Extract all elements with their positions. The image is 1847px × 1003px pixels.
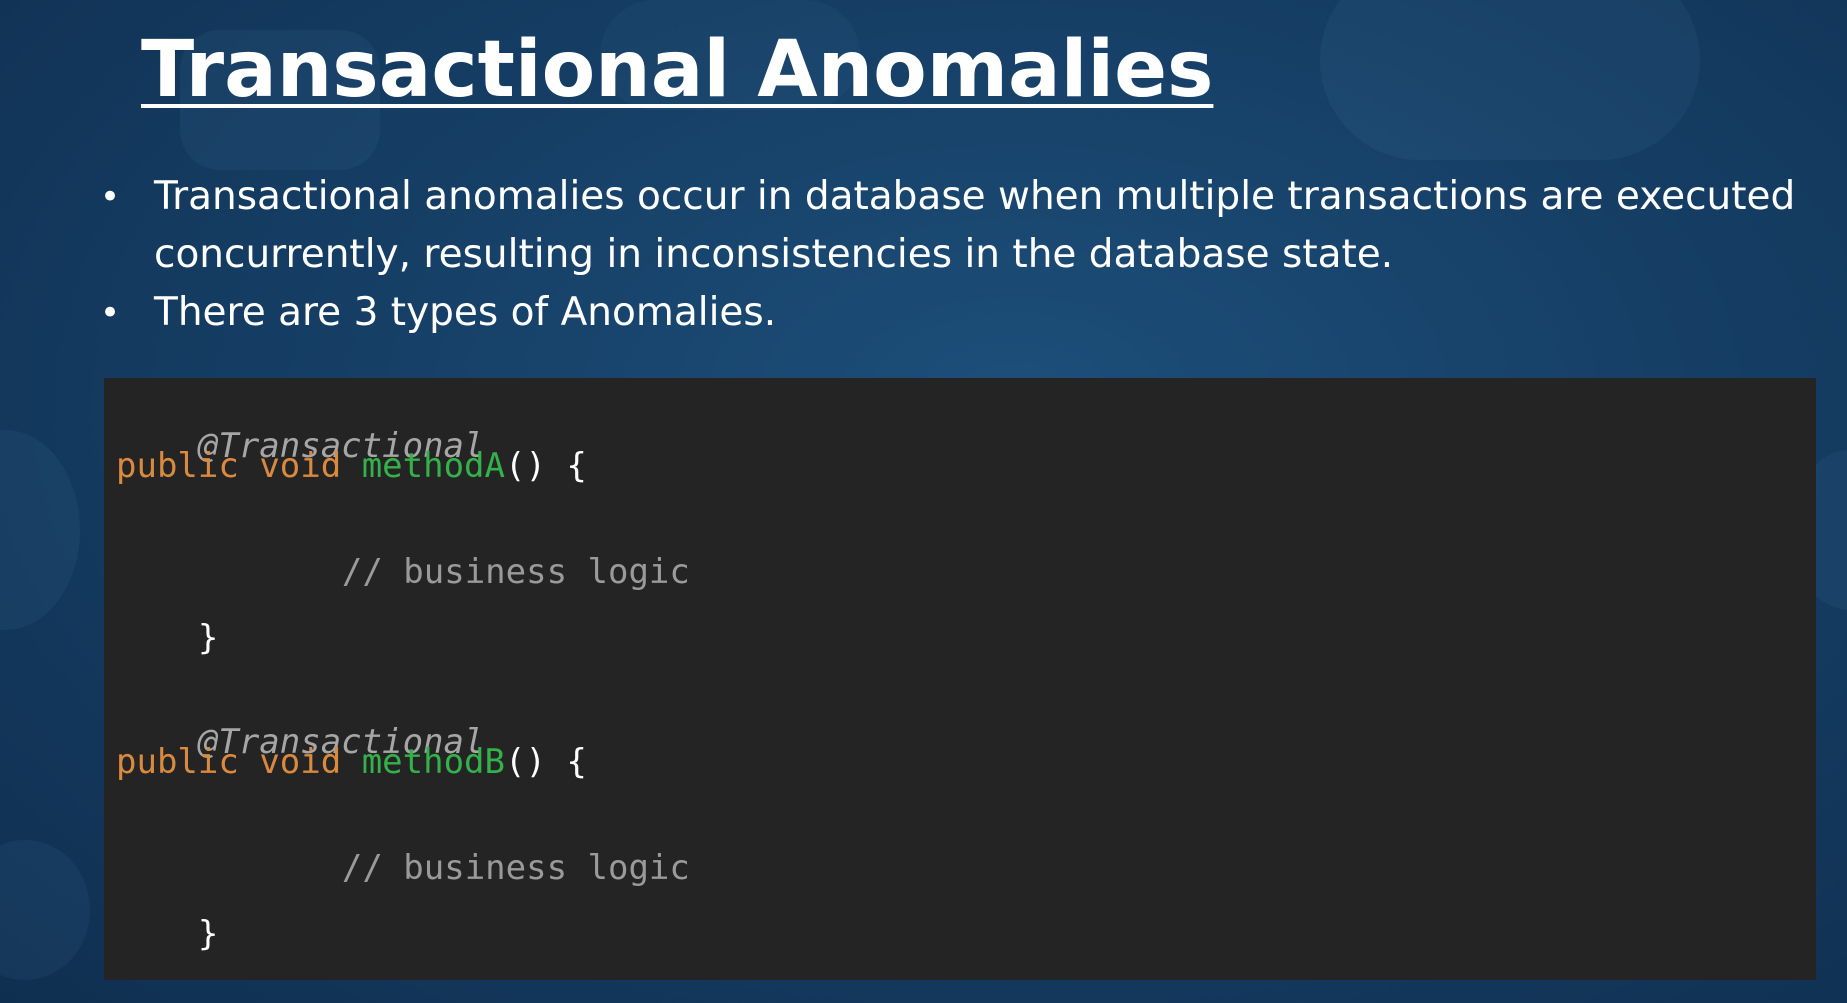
- code-line: }: [116, 868, 218, 1000]
- code-comment: // business logic: [341, 848, 690, 888]
- code-punctuation: () {: [504, 446, 587, 486]
- bullet-list: • Transactional anomalies occur in datab…: [96, 168, 1826, 342]
- bullet-dot-icon: •: [100, 177, 121, 217]
- code-line: // business logic: [260, 506, 690, 638]
- bullet-item: • There are 3 types of Anomalies.: [96, 284, 1826, 342]
- background-decoration: [0, 430, 80, 630]
- code-keyword: void: [259, 446, 342, 486]
- code-punctuation: }: [197, 914, 219, 954]
- code-keyword: public: [116, 446, 239, 486]
- code-punctuation: }: [197, 618, 219, 658]
- code-comment: // business logic: [341, 552, 690, 592]
- code-keyword: public: [116, 742, 239, 782]
- bullet-text: There are 3 types of Anomalies.: [154, 290, 777, 335]
- background-decoration: [1320, 0, 1700, 160]
- code-line: public void methodB() {: [116, 740, 587, 784]
- bullet-dot-icon: •: [100, 293, 121, 333]
- code-line: // business logic: [260, 802, 690, 934]
- code-punctuation: () {: [504, 742, 587, 782]
- slide-title: Transactional Anomalies: [141, 25, 1214, 115]
- code-keyword: void: [259, 742, 342, 782]
- background-decoration: [0, 840, 90, 980]
- code-method-name: methodA: [361, 446, 505, 486]
- code-line: public void methodA() {: [116, 444, 587, 488]
- bullet-item: • Transactional anomalies occur in datab…: [96, 168, 1826, 284]
- code-method-name: methodB: [361, 742, 505, 782]
- bullet-text: Transactional anomalies occur in databas…: [154, 174, 1796, 277]
- code-block: @Transactional public void methodA() { /…: [104, 378, 1816, 980]
